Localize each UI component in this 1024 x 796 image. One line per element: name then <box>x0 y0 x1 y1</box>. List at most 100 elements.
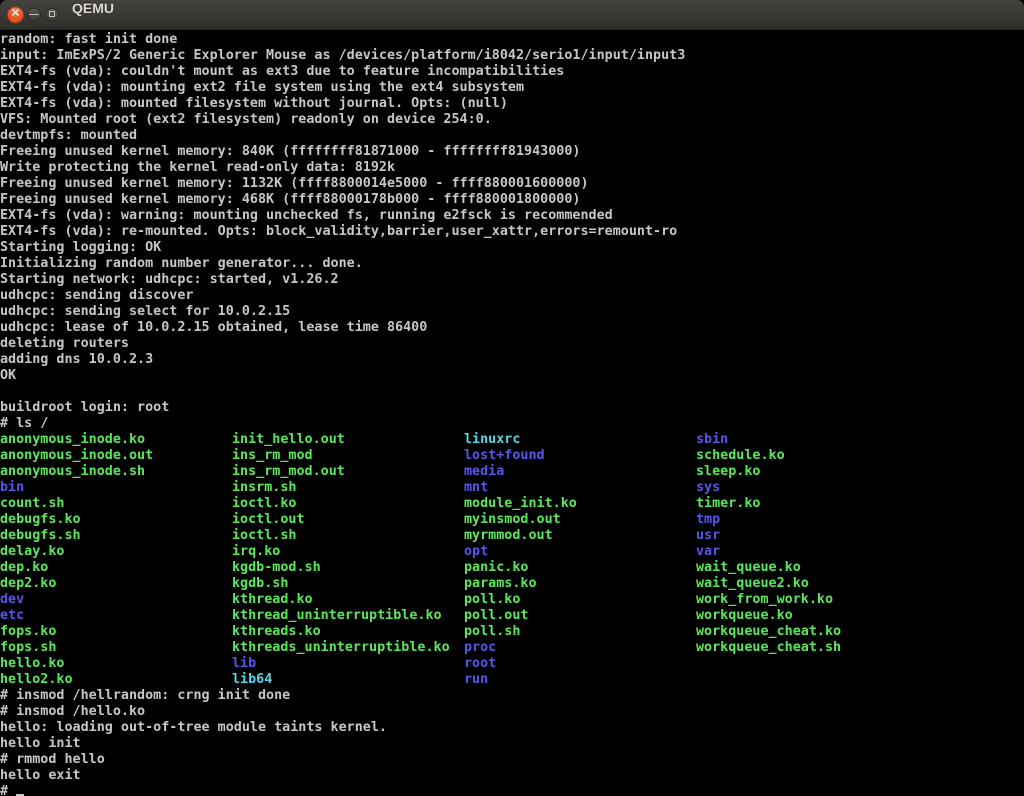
ls-entry: insrm.sh <box>232 480 464 496</box>
ls-row: etckthread_uninterruptible.kopoll.outwor… <box>0 608 1024 624</box>
terminal-line: OK <box>0 368 1024 384</box>
ls-entry: count.sh <box>0 496 232 512</box>
terminal-line: adding dns 10.0.2.3 <box>0 352 1024 368</box>
ls-entry: kthreads_uninterruptible.ko <box>232 640 464 656</box>
terminal-line: EXT4-fs (vda): warning: mounting uncheck… <box>0 208 1024 224</box>
ls-entry: workqueue_cheat.ko <box>696 624 841 639</box>
terminal-line: hello: loading out-of-tree module taints… <box>0 720 1024 736</box>
ls-row: anonymous_inode.koinit_hello.outlinuxrcs… <box>0 432 1024 448</box>
ls-entry: fops.sh <box>0 640 232 656</box>
terminal-line: Starting logging: OK <box>0 240 1024 256</box>
ls-entry: kgdb-mod.sh <box>232 560 464 576</box>
ls-row: dep2.kokgdb.shparams.kowait_queue2.ko <box>0 576 1024 592</box>
terminal-line: devtmpfs: mounted <box>0 128 1024 144</box>
ls-entry: proc <box>464 640 696 656</box>
close-button[interactable]: ✕ <box>7 6 24 23</box>
terminal-line: # insmod /hellrandom: crng init done <box>0 688 1024 704</box>
ls-row: fops.shkthreads_uninterruptible.koprocwo… <box>0 640 1024 656</box>
ls-entry: anonymous_inode.sh <box>0 464 232 480</box>
ls-entry: usr <box>696 528 720 543</box>
ls-entry: wait_queue2.ko <box>696 576 809 591</box>
shell-prompt: # <box>0 784 16 796</box>
ls-entry: sbin <box>696 432 728 447</box>
ls-entry: poll.out <box>464 608 696 624</box>
terminal-line: Initializing random number generator... … <box>0 256 1024 272</box>
ls-entry: poll.sh <box>464 624 696 640</box>
terminal-line: udhcpc: sending select for 10.0.2.15 <box>0 304 1024 320</box>
ls-entry: kthread_uninterruptible.ko <box>232 608 464 624</box>
ls-entry: lib <box>232 656 464 672</box>
ls-row: anonymous_inode.shins_rm_mod.outmediasle… <box>0 464 1024 480</box>
ls-entry: lib64 <box>232 672 464 688</box>
ls-entry: timer.ko <box>696 496 761 511</box>
minimize-button[interactable]: — <box>27 8 41 22</box>
terminal-line: Freeing unused kernel memory: 468K (ffff… <box>0 192 1024 208</box>
ls-entry: poll.ko <box>464 592 696 608</box>
maximize-icon <box>49 11 55 17</box>
maximize-button[interactable] <box>45 8 59 22</box>
ls-entry: wait_queue.ko <box>696 560 801 575</box>
ls-row: bininsrm.shmntsys <box>0 480 1024 496</box>
ls-entry: sys <box>696 480 720 495</box>
ls-row: debugfs.koioctl.outmyinsmod.outtmp <box>0 512 1024 528</box>
ls-entry: ioctl.out <box>232 512 464 528</box>
terminal-line: Write protecting the kernel read-only da… <box>0 160 1024 176</box>
ls-row: hello.kolibroot <box>0 656 1024 672</box>
terminal-line: hello exit <box>0 768 1024 784</box>
ls-entry: anonymous_inode.ko <box>0 432 232 448</box>
titlebar[interactable]: ✕ — QEMU <box>0 0 1024 30</box>
terminal-line: udhcpc: sending discover <box>0 288 1024 304</box>
terminal-cursor <box>16 784 24 796</box>
ls-entry: mnt <box>464 480 696 496</box>
terminal-line: # insmod /hello.ko <box>0 704 1024 720</box>
terminal-line: EXT4-fs (vda): mounted filesystem withou… <box>0 96 1024 112</box>
ls-entry: workqueue_cheat.sh <box>696 640 841 655</box>
terminal-line: hello init <box>0 736 1024 752</box>
ls-entry: etc <box>0 608 232 624</box>
ls-entry: schedule.ko <box>696 448 785 463</box>
ls-entry: params.ko <box>464 576 696 592</box>
terminal-line: Freeing unused kernel memory: 840K (ffff… <box>0 144 1024 160</box>
ls-entry: myrmmod.out <box>464 528 696 544</box>
ls-entry: media <box>464 464 696 480</box>
terminal-line: Freeing unused kernel memory: 1132K (fff… <box>0 176 1024 192</box>
terminal-line: VFS: Mounted root (ext2 filesystem) read… <box>0 112 1024 128</box>
ls-row: fops.kokthreads.kopoll.shworkqueue_cheat… <box>0 624 1024 640</box>
terminal-line: deleting routers <box>0 336 1024 352</box>
ls-entry: ioctl.ko <box>232 496 464 512</box>
ls-entry: lost+found <box>464 448 696 464</box>
window-title: QEMU <box>72 0 114 30</box>
ls-entry: ioctl.sh <box>232 528 464 544</box>
ls-entry: workqueue.ko <box>696 608 793 623</box>
terminal-line: Starting network: udhcpc: started, v1.26… <box>0 272 1024 288</box>
ls-entry: delay.ko <box>0 544 232 560</box>
ls-entry: kthreads.ko <box>232 624 464 640</box>
terminal-line <box>0 384 1024 400</box>
ls-entry: sleep.ko <box>696 464 761 479</box>
ls-entry: fops.ko <box>0 624 232 640</box>
ls-entry: hello.ko <box>0 656 232 672</box>
ls-entry: linuxrc <box>464 432 696 448</box>
ls-entry: dep2.ko <box>0 576 232 592</box>
ls-entry: work_from_work.ko <box>696 592 833 607</box>
qemu-window: ✕ — QEMU random: fast init doneinput: Im… <box>0 0 1024 796</box>
terminal-line: buildroot login: root <box>0 400 1024 416</box>
ls-entry: dev <box>0 592 232 608</box>
close-icon: ✕ <box>11 9 20 20</box>
terminal-screen[interactable]: random: fast init doneinput: ImExPS/2 Ge… <box>0 30 1024 796</box>
ls-entry: hello2.ko <box>0 672 232 688</box>
terminal-line: random: fast init done <box>0 32 1024 48</box>
terminal-line: # rmmod hello <box>0 752 1024 768</box>
ls-entry: debugfs.ko <box>0 512 232 528</box>
prompt-line: # <box>0 784 1024 796</box>
ls-entry: module_init.ko <box>464 496 696 512</box>
ls-entry: kgdb.sh <box>232 576 464 592</box>
ls-entry: anonymous_inode.out <box>0 448 232 464</box>
terminal-line: udhcpc: lease of 10.0.2.15 obtained, lea… <box>0 320 1024 336</box>
terminal-line: EXT4-fs (vda): re-mounted. Opts: block_v… <box>0 224 1024 240</box>
ls-entry: kthread.ko <box>232 592 464 608</box>
ls-entry: debugfs.sh <box>0 528 232 544</box>
minimize-icon: — <box>30 10 39 19</box>
ls-row: delay.koirq.kooptvar <box>0 544 1024 560</box>
ls-entry: bin <box>0 480 232 496</box>
